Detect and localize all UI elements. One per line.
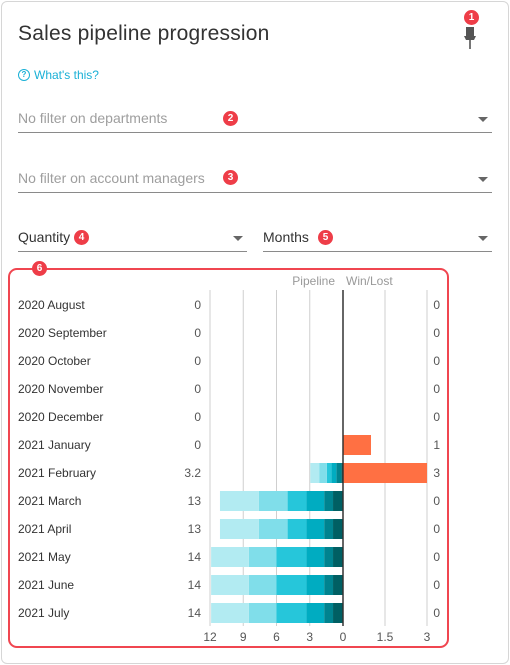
pipeline-bar-segment (211, 603, 249, 623)
pipeline-bar-segment (324, 547, 334, 567)
winlost-value: 0 (433, 410, 440, 424)
winlost-value: 0 (433, 354, 440, 368)
pipeline-bar-segment (276, 547, 307, 567)
pipeline-bar-segment (219, 491, 259, 511)
row-label: 2021 May (18, 550, 71, 564)
row-label: 2021 March (18, 494, 81, 508)
winlost-value: 0 (433, 578, 440, 592)
pipeline-bar-segment (287, 491, 307, 511)
pipeline-tick-label: 0 (340, 630, 347, 644)
winlost-tick-label: 3 (424, 630, 431, 644)
winlost-bar (343, 463, 427, 483)
pipeline-total: 0 (194, 438, 201, 452)
winlost-value: 3 (433, 466, 440, 480)
pipeline-total: 0 (194, 410, 201, 424)
pipeline-chart: 12 9 6 3 0 1.5 3Pipeline Win/Lost2020 August 0 02… (18, 274, 440, 644)
pipeline-total: 0 (194, 298, 201, 312)
pipeline-bar-segment (306, 519, 325, 539)
pipeline-bar-segment (324, 491, 334, 511)
pipeline-bar-segment (276, 603, 307, 623)
pipeline-total: 14 (188, 606, 202, 620)
pipeline-bar-segment (248, 547, 277, 567)
pipeline-bar-segment (258, 491, 288, 511)
winlost-value: 0 (433, 550, 440, 564)
winlost-bar (343, 435, 371, 455)
pipeline-bar-segment (310, 463, 320, 483)
winlost-tick-label: 1.5 (377, 630, 394, 644)
winlost-value: 1 (433, 438, 440, 452)
winlost-header: Win/Lost (346, 274, 393, 288)
pipeline-total: 14 (188, 578, 202, 592)
pipeline-bar-segment (258, 519, 288, 539)
row-label: 2020 December (18, 410, 103, 424)
row-label: 2021 February (18, 466, 96, 480)
pipeline-bar-segment (333, 603, 343, 623)
pipeline-bar-segment (333, 519, 343, 539)
pipeline-bar-segment (306, 603, 325, 623)
row-label: 2021 June (18, 578, 74, 592)
pipeline-total: 14 (188, 550, 202, 564)
pipeline-bar-segment (324, 519, 334, 539)
pipeline-tick-label: 12 (203, 630, 217, 644)
pipeline-bar-segment (248, 575, 277, 595)
pipeline-bar-segment (324, 603, 334, 623)
row-label: 2020 November (18, 382, 103, 396)
pipeline-bar-segment (211, 575, 249, 595)
pipeline-bar-segment (211, 547, 249, 567)
pipeline-bar-segment (306, 491, 325, 511)
row-label: 2020 September (18, 326, 107, 340)
winlost-value: 0 (433, 522, 440, 536)
pipeline-bar-segment (336, 463, 342, 483)
pipeline-bar-segment (306, 575, 325, 595)
row-label: 2020 August (18, 298, 85, 312)
pipeline-bar-segment (331, 463, 337, 483)
pipeline-total: 3.2 (184, 466, 201, 480)
pipeline-tick-label: 6 (273, 630, 280, 644)
pipeline-total: 13 (188, 494, 202, 508)
pipeline-bar-segment (333, 491, 343, 511)
pipeline-total: 0 (194, 354, 201, 368)
winlost-value: 0 (433, 382, 440, 396)
pipeline-bar-segment (306, 547, 325, 567)
pipeline-bar-segment (326, 463, 332, 483)
pipeline-header: Pipeline (292, 274, 335, 288)
pipeline-bar-segment (219, 519, 259, 539)
pipeline-bar-segment (248, 603, 277, 623)
winlost-value: 0 (433, 298, 440, 312)
row-label: 2021 April (18, 522, 71, 536)
winlost-value: 0 (433, 606, 440, 620)
row-label: 2020 October (18, 354, 91, 368)
pipeline-bar-segment (287, 519, 307, 539)
pipeline-total: 0 (194, 326, 201, 340)
winlost-value: 0 (433, 494, 440, 508)
pipeline-tick-label: 3 (306, 630, 313, 644)
pipeline-bar-segment (333, 547, 343, 567)
pipeline-bar-segment (324, 575, 334, 595)
row-label: 2021 July (18, 606, 69, 620)
pipeline-tick-label: 9 (240, 630, 247, 644)
pipeline-total: 0 (194, 382, 201, 396)
winlost-value: 0 (433, 326, 440, 340)
pipeline-bar-segment (319, 463, 327, 483)
pipeline-total: 13 (188, 522, 202, 536)
pipeline-bar-segment (276, 575, 307, 595)
pipeline-bar-segment (333, 575, 343, 595)
row-label: 2021 January (18, 438, 91, 452)
